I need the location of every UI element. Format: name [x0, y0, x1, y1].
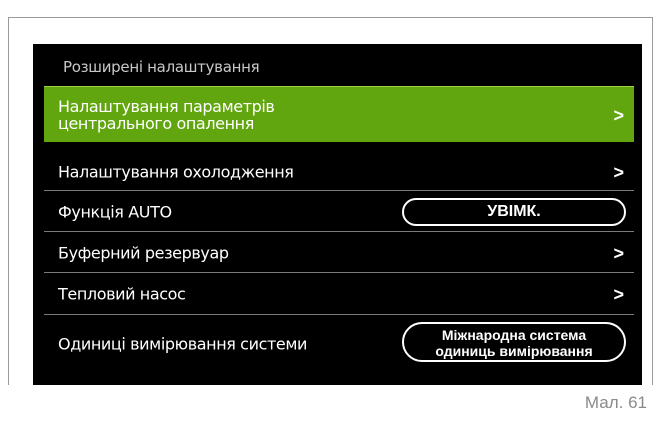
figure-frame-left [8, 17, 9, 385]
menu-item-label: Функція AUTO [58, 202, 172, 221]
figure-frame-top [8, 17, 653, 18]
chevron-right-icon: > [613, 162, 624, 183]
menu-item-cooling-settings[interactable]: Налаштування охолодження > [44, 153, 634, 190]
menu-item-label: Налаштування охолодження [58, 162, 294, 181]
menu-item-buffer-tank[interactable]: Буферний резервуар > [44, 234, 634, 271]
menu-item-system-units[interactable]: Одиниці вимірювання системи Міжнародна с… [44, 318, 634, 370]
menu-title: Розширені налаштування [63, 58, 260, 76]
menu-item-label: Тепловий насос [58, 284, 186, 303]
menu-divider [44, 314, 634, 315]
menu-item-label: Налаштування параметрів центрального опа… [58, 96, 275, 133]
menu-item-heat-pump[interactable]: Тепловий насос > [44, 275, 634, 312]
chevron-right-icon: > [613, 243, 624, 264]
menu-divider [44, 190, 634, 191]
menu-item-central-heating-settings[interactable]: Налаштування параметрів центрального опа… [44, 86, 634, 142]
device-screen: Розширені налаштування Налаштування пара… [33, 44, 642, 385]
system-units-selector[interactable]: Міжнародна система одиниць вимірювання [402, 322, 626, 362]
chevron-right-icon: > [613, 105, 624, 126]
menu-divider [44, 272, 634, 273]
menu-item-auto-function[interactable]: Функція AUTO УВІМК. [44, 193, 634, 230]
auto-function-toggle[interactable]: УВІМК. [402, 197, 626, 226]
chevron-right-icon: > [613, 284, 624, 305]
menu-item-label: Одиниці вимірювання системи [58, 334, 307, 354]
menu-item-label: Буферний резервуар [58, 243, 229, 262]
menu-divider [44, 231, 634, 232]
figure-caption: Мал. 61 [584, 393, 647, 412]
figure-frame-right [652, 17, 653, 385]
